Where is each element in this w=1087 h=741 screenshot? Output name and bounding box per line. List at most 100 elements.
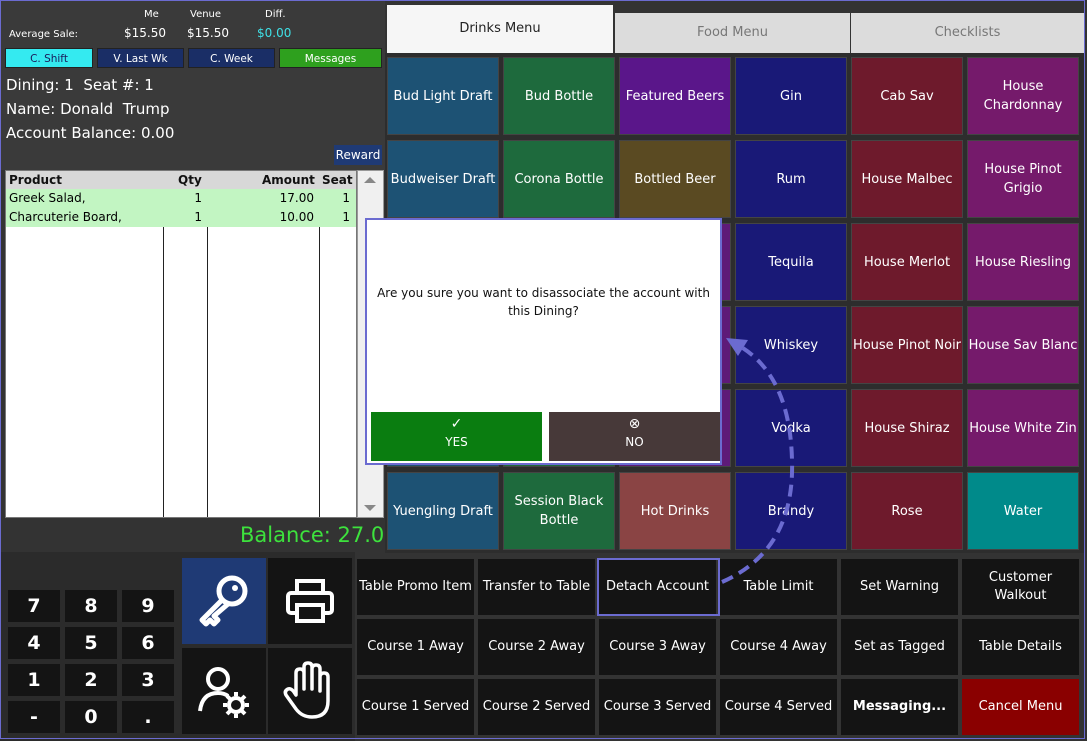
menu-item-house-pinot-noir[interactable]: House Pinot Noir bbox=[851, 306, 963, 384]
messages-button[interactable]: Messages bbox=[279, 48, 382, 68]
menu-item-gin[interactable]: Gin bbox=[735, 57, 847, 135]
check-icon: ✓ bbox=[450, 416, 463, 432]
callout-arrow-icon bbox=[721, 338, 795, 584]
diff-label: Diff. bbox=[265, 9, 286, 20]
venue-value: $15.50 bbox=[187, 26, 229, 40]
column-header-amount[interactable]: Amount bbox=[262, 171, 315, 189]
menu-item-rum[interactable]: Rum bbox=[735, 140, 847, 218]
menu-item-house-shiraz[interactable]: House Shiraz bbox=[851, 389, 963, 467]
keypad-key-2[interactable]: 2 bbox=[65, 664, 117, 696]
menu-item-bottled-beer[interactable]: Bottled Beer bbox=[619, 140, 731, 218]
print-button[interactable] bbox=[268, 558, 352, 644]
hand-icon bbox=[283, 661, 330, 719]
course-1-away-button[interactable]: Course 1 Away bbox=[357, 619, 474, 675]
row-amount: 17.00 bbox=[279, 191, 314, 205]
keypad-key-5[interactable]: 5 bbox=[65, 627, 117, 659]
menu-item-featured-beers[interactable]: Featured Beers bbox=[619, 57, 731, 135]
course-4-away-button[interactable]: Course 4 Away bbox=[720, 619, 837, 675]
keypad-key-6[interactable]: 6 bbox=[122, 627, 174, 659]
table-details-button[interactable]: Table Details bbox=[962, 619, 1079, 675]
course-3-away-button[interactable]: Course 3 Away bbox=[599, 619, 716, 675]
keypad-key-9[interactable]: 9 bbox=[122, 590, 174, 622]
menu-item-house-sav-blanc[interactable]: House Sav Blanc bbox=[967, 306, 1079, 384]
menu-item-house-chardonnay[interactable]: House Chardonnay bbox=[967, 57, 1079, 135]
menu-item-corona-bottle[interactable]: Corona Bottle bbox=[503, 140, 615, 218]
order-row[interactable]: Greek Salad, 1 17.00 1 bbox=[6, 189, 356, 208]
course-3-served-button[interactable]: Course 3 Served bbox=[599, 679, 716, 735]
keypad-key-minus[interactable]: - bbox=[8, 701, 60, 733]
column-header-qty[interactable]: Qty bbox=[178, 171, 202, 189]
tab-checklists[interactable]: Checklists bbox=[851, 13, 1084, 53]
scroll-down-icon[interactable] bbox=[364, 505, 376, 511]
menu-item-budweiser-draft[interactable]: Budweiser Draft bbox=[387, 140, 499, 218]
menu-item-session-black-bottle[interactable]: Session Black Bottle bbox=[503, 472, 615, 550]
reward-button[interactable]: Reward bbox=[334, 145, 382, 165]
close-circle-icon: ⊗ bbox=[628, 416, 641, 432]
user-settings-button[interactable] bbox=[182, 648, 266, 734]
table-promo-item-button[interactable]: Table Promo Item bbox=[357, 559, 474, 615]
login-button[interactable] bbox=[182, 558, 266, 644]
menu-item-cab-sav[interactable]: Cab Sav bbox=[851, 57, 963, 135]
menu-item-house-pinot-grigio[interactable]: House Pinot Grigio bbox=[967, 140, 1079, 218]
user-gear-icon bbox=[198, 667, 249, 718]
menu-item-bud-bottle[interactable]: Bud Bottle bbox=[503, 57, 615, 135]
scroll-up-icon[interactable] bbox=[364, 177, 376, 183]
set-as-tagged-button[interactable]: Set as Tagged bbox=[841, 619, 958, 675]
me-value: $15.50 bbox=[124, 26, 166, 40]
account-balance: Account Balance: 0.00 bbox=[6, 124, 175, 142]
yes-label: YES bbox=[445, 435, 468, 449]
confirm-dialog: Are you sure you want to disassociate th… bbox=[365, 218, 722, 465]
row-seat: 1 bbox=[342, 210, 350, 224]
venue-last-week-button[interactable]: V. Last Wk bbox=[97, 48, 184, 68]
menu-item-water[interactable]: Water bbox=[967, 472, 1079, 550]
keypad-key-8[interactable]: 8 bbox=[65, 590, 117, 622]
order-grid-header: Product Qty Amount Seat bbox=[6, 171, 356, 189]
key-icon bbox=[199, 575, 248, 627]
me-label: Me bbox=[144, 9, 159, 20]
no-button[interactable]: ⊗ NO bbox=[549, 412, 720, 461]
current-week-button[interactable]: C. Week bbox=[188, 48, 275, 68]
menu-item-house-riesling[interactable]: House Riesling bbox=[967, 223, 1079, 301]
course-1-served-button[interactable]: Course 1 Served bbox=[357, 679, 474, 735]
diff-value: $0.00 bbox=[257, 26, 292, 40]
current-shift-button[interactable]: C. Shift bbox=[5, 48, 93, 68]
tab-food-menu[interactable]: Food Menu bbox=[615, 13, 850, 53]
column-header-product[interactable]: Product bbox=[9, 171, 62, 189]
set-warning-button[interactable]: Set Warning bbox=[841, 559, 958, 615]
menu-item-bud-light-draft[interactable]: Bud Light Draft bbox=[387, 57, 499, 135]
menu-item-yuengling-draft[interactable]: Yuengling Draft bbox=[387, 472, 499, 550]
customer-name: Name: Donald Trump bbox=[6, 100, 170, 118]
tab-drinks-menu[interactable]: Drinks Menu bbox=[387, 5, 613, 53]
menu-item-house-white-zin[interactable]: House White Zin bbox=[967, 389, 1079, 467]
keypad-key-0[interactable]: 0 bbox=[65, 701, 117, 733]
messaging-button[interactable]: Messaging... bbox=[841, 679, 958, 735]
menu-item-house-merlot[interactable]: House Merlot bbox=[851, 223, 963, 301]
venue-label: Venue bbox=[190, 9, 222, 20]
row-qty: 1 bbox=[194, 191, 202, 205]
row-qty: 1 bbox=[194, 210, 202, 224]
row-product: Greek Salad, bbox=[9, 191, 86, 205]
transfer-to-table-button[interactable]: Transfer to Table bbox=[478, 559, 595, 615]
cancel-menu-button[interactable]: Cancel Menu bbox=[962, 679, 1079, 735]
course-4-served-button[interactable]: Course 4 Served bbox=[720, 679, 837, 735]
menu-item-tequila[interactable]: Tequila bbox=[735, 223, 847, 301]
order-row[interactable]: Charcuterie Board, 1 10.00 1 bbox=[6, 208, 356, 227]
order-grid[interactable]: Product Qty Amount Seat Greek Salad, 1 1… bbox=[5, 170, 357, 518]
course-2-served-button[interactable]: Course 2 Served bbox=[478, 679, 595, 735]
yes-button[interactable]: ✓ YES bbox=[371, 412, 542, 461]
keypad-key-4[interactable]: 4 bbox=[8, 627, 60, 659]
keypad-key-3[interactable]: 3 bbox=[122, 664, 174, 696]
row-seat: 1 bbox=[342, 191, 350, 205]
stop-button[interactable] bbox=[268, 648, 352, 734]
row-amount: 10.00 bbox=[279, 210, 314, 224]
course-2-away-button[interactable]: Course 2 Away bbox=[478, 619, 595, 675]
menu-item-rose[interactable]: Rose bbox=[851, 472, 963, 550]
keypad-key-1[interactable]: 1 bbox=[8, 664, 60, 696]
order-balance: Balance: 27.00 bbox=[240, 523, 398, 547]
keypad-key-7[interactable]: 7 bbox=[8, 590, 60, 622]
keypad-key-dot[interactable]: . bbox=[122, 701, 174, 733]
menu-item-house-malbec[interactable]: House Malbec bbox=[851, 140, 963, 218]
customer-walkout-button[interactable]: Customer Walkout bbox=[962, 559, 1079, 615]
column-header-seat[interactable]: Seat bbox=[322, 171, 353, 189]
printer-icon bbox=[286, 579, 334, 623]
